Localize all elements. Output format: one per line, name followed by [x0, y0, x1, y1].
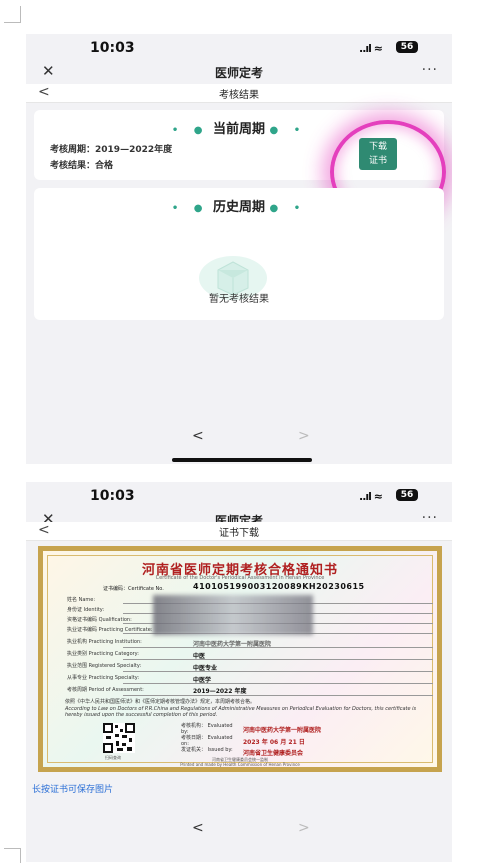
- period-value: 2019—2022 年度: [193, 688, 247, 695]
- evaluated-by-label: 考核机构： Evaluated by:: [181, 723, 233, 735]
- redacted-personal-info: [153, 595, 313, 635]
- field-line: [123, 659, 433, 660]
- certificate-footer: 河南省卫生健康委员会统一监制 Printed and made by Healt…: [180, 757, 300, 767]
- app-title: 医师定考: [214, 66, 263, 80]
- screenshot-certificate-download: 10:03 ..ıl ≈ 56 ✕ 医师定考 ··· < 证书下载 河南省医师定…: [26, 482, 452, 862]
- field-label: 考核周期 Period of Assessment:: [67, 687, 144, 693]
- qr-code-icon: [103, 723, 135, 753]
- nav-forward-button[interactable]: >: [298, 820, 310, 836]
- battery-icon: 56: [396, 41, 418, 53]
- browser-nav: < >: [26, 820, 452, 850]
- status-bar: 10:03 ..ıl ≈ 56: [26, 34, 452, 62]
- signal-icon: ..ıl ≈: [359, 490, 383, 503]
- evaluated-by-value: 河南中医药大学第一附属医院: [243, 727, 322, 734]
- field-label: 执业类别 Practicing Category:: [67, 651, 139, 657]
- field-line: [123, 683, 433, 684]
- page-header: < 考核结果: [26, 84, 452, 103]
- nav-forward-button[interactable]: >: [298, 428, 310, 444]
- status-bar: 10:03 ..ıl ≈ 56: [26, 482, 452, 510]
- status-time: 10:03: [90, 488, 135, 504]
- home-indicator: [172, 458, 312, 462]
- status-time: 10:03: [90, 40, 135, 56]
- more-icon[interactable]: ···: [422, 62, 438, 78]
- evaluated-on-label: 考核日期： Evaluated on:: [181, 735, 233, 747]
- field-label: 执业机构 Practicing Institution:: [67, 639, 142, 645]
- save-image-hint: 长按证书可保存图片: [32, 785, 114, 795]
- download-certificate-button[interactable]: 下载 证书: [359, 138, 397, 170]
- field-line: [123, 647, 433, 648]
- decor-dots-right: ● •: [269, 125, 307, 136]
- decor-dots-right: ● •: [269, 203, 307, 214]
- certificate-subtitle: Certificate of the Doctor's Periodical A…: [155, 575, 325, 581]
- browser-nav: < >: [26, 428, 452, 458]
- issued-by-label: 发证机关： Issued by:: [181, 747, 233, 753]
- issued-by-value: 河南省卫生健康委员会: [243, 750, 304, 757]
- history-period-heading: • ● 历史周期 ● •: [171, 200, 307, 215]
- empty-history-text: 暂无考核结果: [209, 294, 269, 305]
- page-title: 证书下载: [219, 528, 259, 539]
- field-label: 姓名 Name:: [67, 597, 96, 603]
- certificate-image[interactable]: 河南省医师定期考核合格通知书 Certificate of the Doctor…: [38, 546, 442, 772]
- period-value: 2019—2022年度: [95, 145, 173, 155]
- field-label: 从事专业 Practicing Specialty:: [67, 675, 140, 681]
- evaluated-on-value: 2023 年 06 月 21 日: [243, 739, 305, 746]
- nav-back-button[interactable]: <: [192, 428, 204, 444]
- wifi-icon: ≈: [373, 490, 383, 503]
- result-row: 考核结果：合格: [50, 161, 114, 171]
- decor-dots-left: • ●: [171, 125, 209, 136]
- result-value: 合格: [95, 161, 114, 171]
- certificate-note-cn: 依照《中华人民共和国医师法》和《医师定期考核管理办法》规定，本周期考核合格。: [65, 699, 256, 705]
- field-label: 执业范围 Registered Specialty:: [67, 663, 142, 669]
- period-row: 考核周期：2019—2022年度: [50, 145, 173, 155]
- certificate-note-en: According to Law on Doctors of P.R.China…: [65, 706, 417, 718]
- certificate-no-value: 410105199003120089KH20230615: [193, 582, 365, 591]
- page-header: < 证书下载: [26, 522, 452, 541]
- screenshot-assessment-result: 10:03 ..ıl ≈ 56 ✕ 医师定考 ··· < 考核结果 • ● 当前…: [26, 34, 452, 464]
- field-label: 身份证 Identity:: [67, 607, 105, 613]
- crop-mark: [4, 6, 21, 23]
- decor-dots-left: • ●: [171, 203, 209, 214]
- page-title: 考核结果: [219, 90, 259, 101]
- wifi-icon: ≈: [373, 42, 383, 55]
- nav-back-button[interactable]: <: [192, 820, 204, 836]
- field-line: [123, 695, 433, 696]
- certificate-no-label: 证书编码：Certificate No.: [103, 586, 164, 592]
- crop-mark: [4, 848, 21, 863]
- app-title-bar: ✕ 医师定考 ···: [26, 62, 452, 82]
- battery-icon: 56: [396, 489, 418, 501]
- signal-icon: ..ıl ≈: [359, 42, 383, 55]
- field-line: [123, 671, 433, 672]
